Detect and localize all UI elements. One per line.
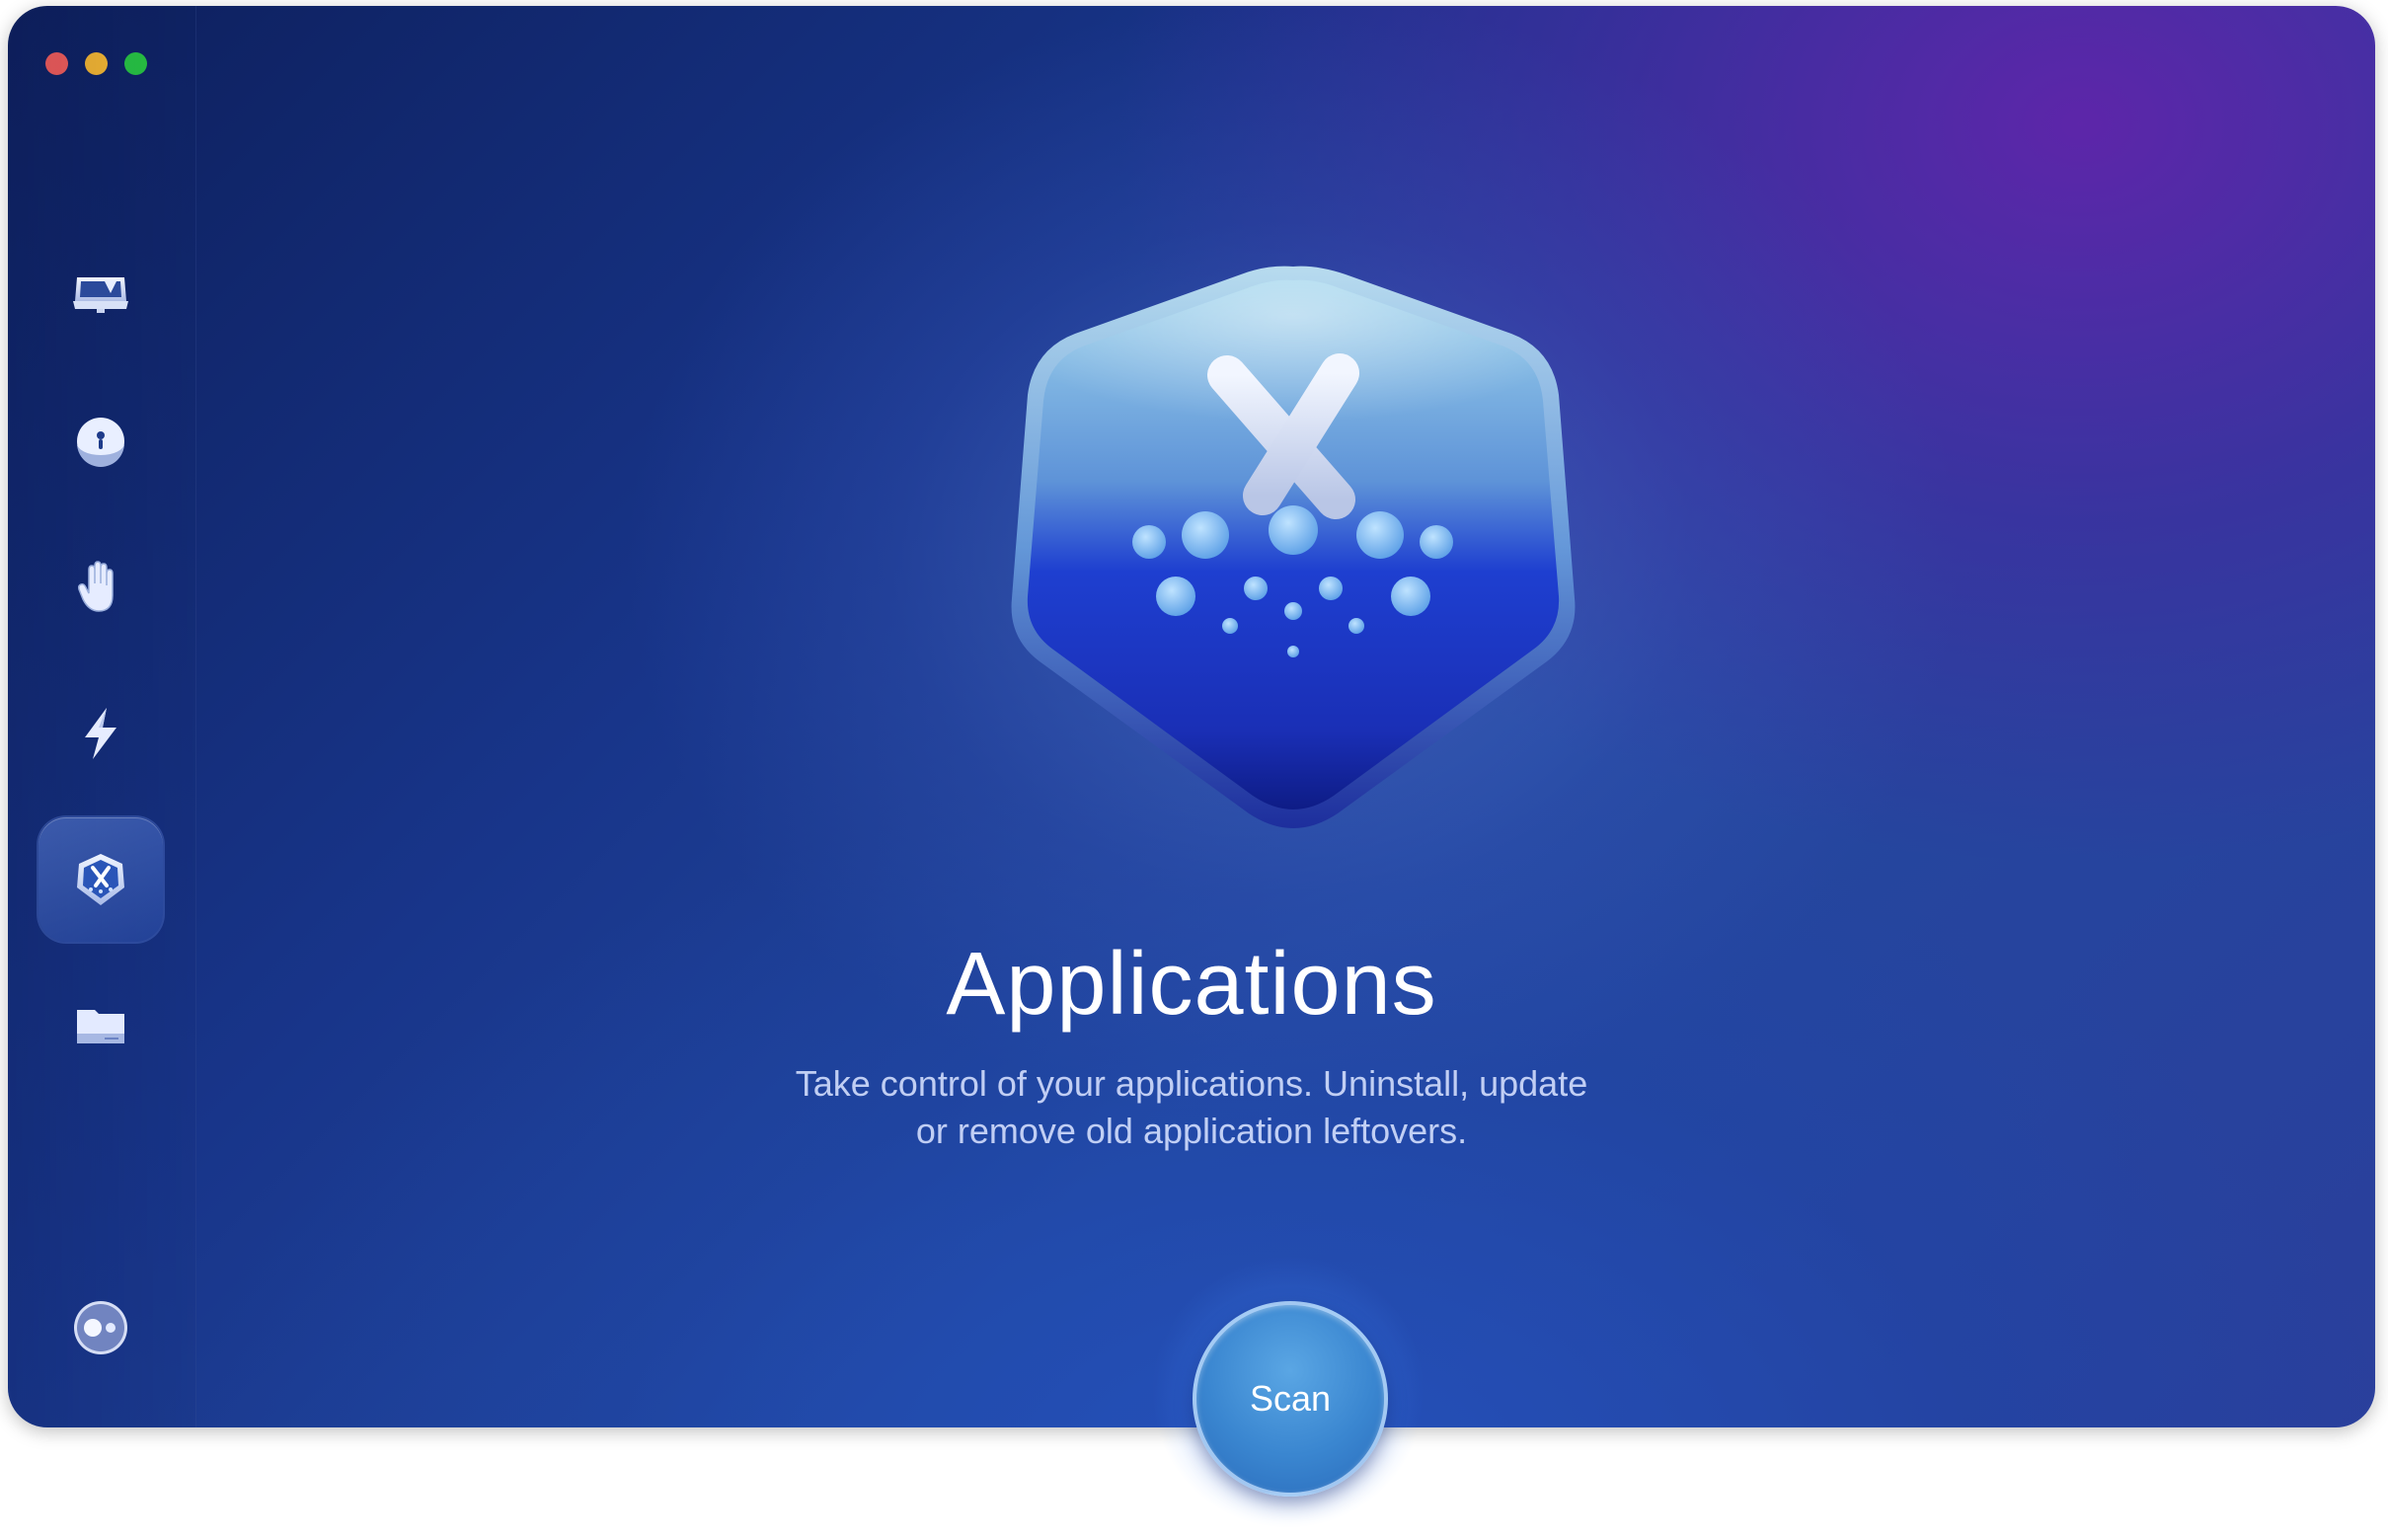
app-window: Applications Take control of your applic…	[8, 6, 2375, 1427]
sidebar-item-cleanup[interactable]	[39, 233, 163, 357]
protection-icon	[77, 418, 124, 467]
sidebar-item-speed[interactable]	[39, 671, 163, 796]
sidebar-item-applications[interactable]	[39, 817, 163, 942]
description-line-2: or remove old application leftovers.	[915, 1111, 1468, 1151]
sidebar-item-privacy[interactable]	[39, 525, 163, 650]
page-title: Applications	[946, 935, 1437, 1034]
description-line-1: Take control of your applications. Unins…	[795, 1063, 1588, 1104]
sidebar	[8, 6, 196, 1427]
monitor-icon	[73, 277, 128, 313]
hand-icon	[78, 561, 114, 612]
page-description: Take control of your applications. Unins…	[8, 1060, 2375, 1155]
assistant-icon	[74, 1301, 127, 1354]
assistant-button[interactable]	[39, 1266, 163, 1390]
sidebar-item-protection[interactable]	[39, 379, 163, 503]
lightning-icon	[85, 708, 116, 759]
scan-button[interactable]: Scan	[1193, 1301, 1388, 1497]
applications-icon	[77, 854, 124, 905]
applications-hero-icon	[1011, 266, 1576, 829]
